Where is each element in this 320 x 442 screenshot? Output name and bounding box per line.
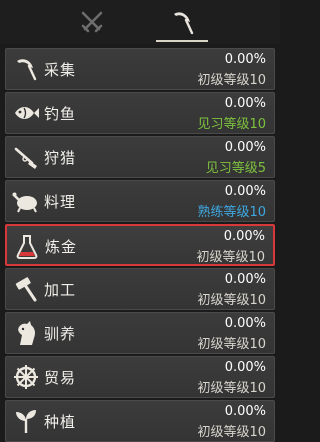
tab-bar — [0, 0, 280, 44]
skill-progress-percent: 0.00% — [224, 184, 266, 199]
skill-level: 初级等级10 — [197, 73, 266, 88]
skill-level: 初级等级10 — [197, 381, 266, 396]
skill-level: 见习等级5 — [205, 161, 266, 176]
skill-progress-percent: 0.00% — [224, 272, 266, 287]
fish-icon — [12, 99, 40, 127]
skill-row[interactable]: 狩猎 0.00% 见习等级5 — [5, 136, 275, 178]
tab-life-skills[interactable] — [152, 4, 212, 42]
crossed-swords-icon — [81, 11, 103, 33]
skill-name: 加工 — [44, 281, 77, 299]
skill-name: 钓鱼 — [44, 105, 77, 123]
skill-progress-percent: 0.00% — [224, 52, 266, 67]
active-tab-indicator — [156, 40, 208, 42]
skill-name: 种植 — [44, 413, 77, 431]
skill-name: 贸易 — [44, 369, 77, 387]
skill-level: 初级等级10 — [196, 250, 265, 265]
skill-level: 见习等级10 — [197, 117, 266, 132]
skill-name: 狩猎 — [44, 149, 77, 167]
horse-head-icon — [12, 319, 40, 347]
skill-row[interactable]: 料理 0.00% 熟练等级10 — [5, 180, 275, 222]
sickle-icon — [174, 12, 194, 35]
skill-name: 炼金 — [45, 238, 78, 256]
skill-level: 熟练等级10 — [197, 205, 266, 220]
skill-level: 初级等级10 — [197, 293, 266, 308]
skill-row[interactable]: 炼金 0.00% 初级等级10 — [5, 224, 275, 266]
skill-row[interactable]: 驯养 0.00% 初级等级10 — [5, 312, 275, 354]
skill-row[interactable]: 加工 0.00% 初级等级10 — [5, 268, 275, 310]
skill-row[interactable]: 钓鱼 0.00% 见习等级10 — [5, 92, 275, 134]
hammer-icon — [12, 275, 40, 303]
roast-chicken-icon — [12, 187, 40, 215]
skill-progress-percent: 0.00% — [223, 229, 265, 244]
skill-level: 初级等级10 — [197, 337, 266, 352]
skill-name: 驯养 — [44, 325, 77, 343]
skill-row[interactable]: 采集 0.00% 初级等级10 — [5, 48, 275, 90]
sickle-icon — [12, 55, 40, 83]
skill-progress-percent: 0.00% — [224, 140, 266, 155]
flask-icon — [13, 232, 41, 260]
musket-icon — [12, 143, 40, 171]
skill-progress-percent: 0.00% — [224, 96, 266, 111]
tab-combat[interactable] — [62, 4, 122, 40]
skill-name: 采集 — [44, 61, 77, 79]
skill-progress-percent: 0.00% — [224, 360, 266, 375]
skill-row[interactable]: 贸易 0.00% 初级等级10 — [5, 356, 275, 398]
ship-wheel-icon — [12, 363, 40, 391]
skill-progress-percent: 0.00% — [224, 316, 266, 331]
skill-level: 初级等级10 — [197, 425, 266, 440]
skill-progress-percent: 0.00% — [224, 404, 266, 419]
sprout-icon — [12, 407, 40, 435]
skill-row[interactable]: 种植 0.00% 初级等级10 — [5, 400, 275, 442]
skill-name: 料理 — [44, 193, 77, 211]
